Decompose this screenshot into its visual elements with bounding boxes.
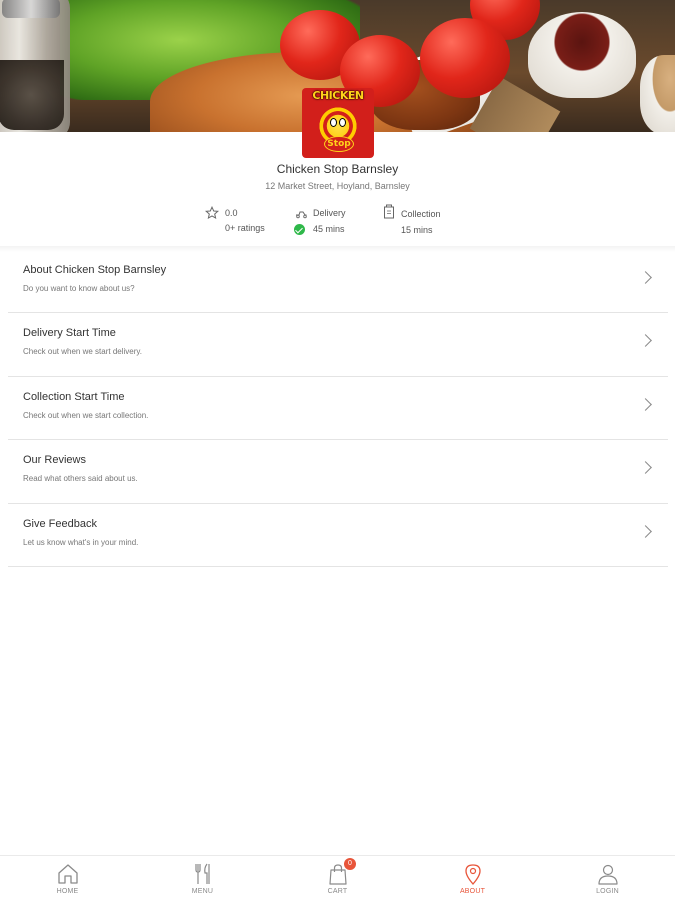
delivery-time: 45 mins bbox=[313, 224, 345, 234]
store-logo: CHICKEN Stop bbox=[302, 88, 374, 158]
list-item-about[interactable]: About Chicken Stop Barnsley Do you want … bbox=[8, 250, 668, 314]
nav-login[interactable]: LOGIN bbox=[540, 856, 675, 900]
list-item-subtitle: Check out when we start collection. bbox=[23, 410, 149, 420]
nav-cart[interactable]: CART bbox=[270, 856, 405, 900]
nav-menu-label: MENU bbox=[191, 888, 214, 895]
nav-home-label: HOME bbox=[56, 888, 79, 895]
nav-login-label: LOGIN bbox=[596, 888, 619, 895]
list-item-collection-start-time[interactable]: Collection Start Time Check out when we … bbox=[8, 377, 668, 441]
chevron-right-icon bbox=[639, 524, 652, 538]
bottom-nav: HOME MENU CART ABOUT LOGIN bbox=[0, 855, 675, 900]
chevron-right-icon bbox=[639, 334, 652, 348]
list-item-our-reviews[interactable]: Our Reviews Read what others said about … bbox=[8, 440, 668, 504]
nav-cart-label: CART bbox=[327, 888, 348, 895]
list-item-give-feedback[interactable]: Give Feedback Let us know what's in your… bbox=[8, 504, 668, 567]
nav-about[interactable]: ABOUT bbox=[405, 856, 540, 900]
star-icon bbox=[205, 206, 219, 220]
rating-value: 0.0 bbox=[225, 208, 238, 218]
chevron-right-icon bbox=[639, 397, 652, 411]
list-item-title: Give Feedback bbox=[23, 517, 97, 530]
list-item-title: Delivery Start Time bbox=[23, 327, 116, 340]
chevron-right-icon bbox=[639, 271, 652, 284]
list-item-subtitle: Do you want to know about us? bbox=[23, 284, 135, 293]
list-item-title: About Chicken Stop Barnsley bbox=[23, 264, 167, 276]
collection-bag-icon bbox=[384, 204, 394, 219]
list-item-delivery-start-time[interactable]: Delivery Start Time Check out when we st… bbox=[8, 313, 668, 377]
store-name: Chicken Stop Barnsley bbox=[276, 162, 399, 176]
list-item-subtitle: Read what others said about us. bbox=[23, 474, 138, 484]
user-icon bbox=[598, 864, 618, 885]
chevron-right-icon bbox=[639, 461, 652, 475]
store-address: 12 Market Street, Hoyland, Barnsley bbox=[265, 181, 410, 191]
nav-about-label: ABOUT bbox=[459, 888, 486, 895]
list-item-subtitle: Check out when we start delivery. bbox=[23, 347, 143, 357]
nav-home[interactable]: HOME bbox=[0, 856, 135, 900]
store-stats: 0.0 0+ ratings Delivery 45 mins Collecti… bbox=[0, 203, 675, 243]
delivery-label: Delivery bbox=[313, 208, 346, 218]
list-item-title: Our Reviews bbox=[23, 454, 86, 467]
cutlery-icon bbox=[195, 863, 210, 884]
ratings-count: 0+ ratings bbox=[225, 223, 265, 233]
cart-count-badge: 0 bbox=[344, 858, 356, 870]
location-pin-icon bbox=[465, 864, 481, 885]
logo-text-bottom: Stop bbox=[324, 136, 354, 152]
collection-label: Collection bbox=[401, 209, 441, 219]
list-item-subtitle: Let us know what's in your mind. bbox=[23, 537, 139, 547]
list-item-title: Collection Start Time bbox=[23, 390, 125, 403]
logo-text-top: CHICKEN bbox=[312, 89, 364, 102]
check-circle-icon bbox=[294, 224, 305, 235]
home-icon bbox=[58, 864, 78, 884]
about-menu-list: About Chicken Stop Barnsley Do you want … bbox=[8, 250, 668, 567]
nav-menu[interactable]: MENU bbox=[135, 856, 270, 900]
delivery-scooter-icon bbox=[296, 211, 307, 219]
collection-time: 15 mins bbox=[401, 225, 433, 235]
